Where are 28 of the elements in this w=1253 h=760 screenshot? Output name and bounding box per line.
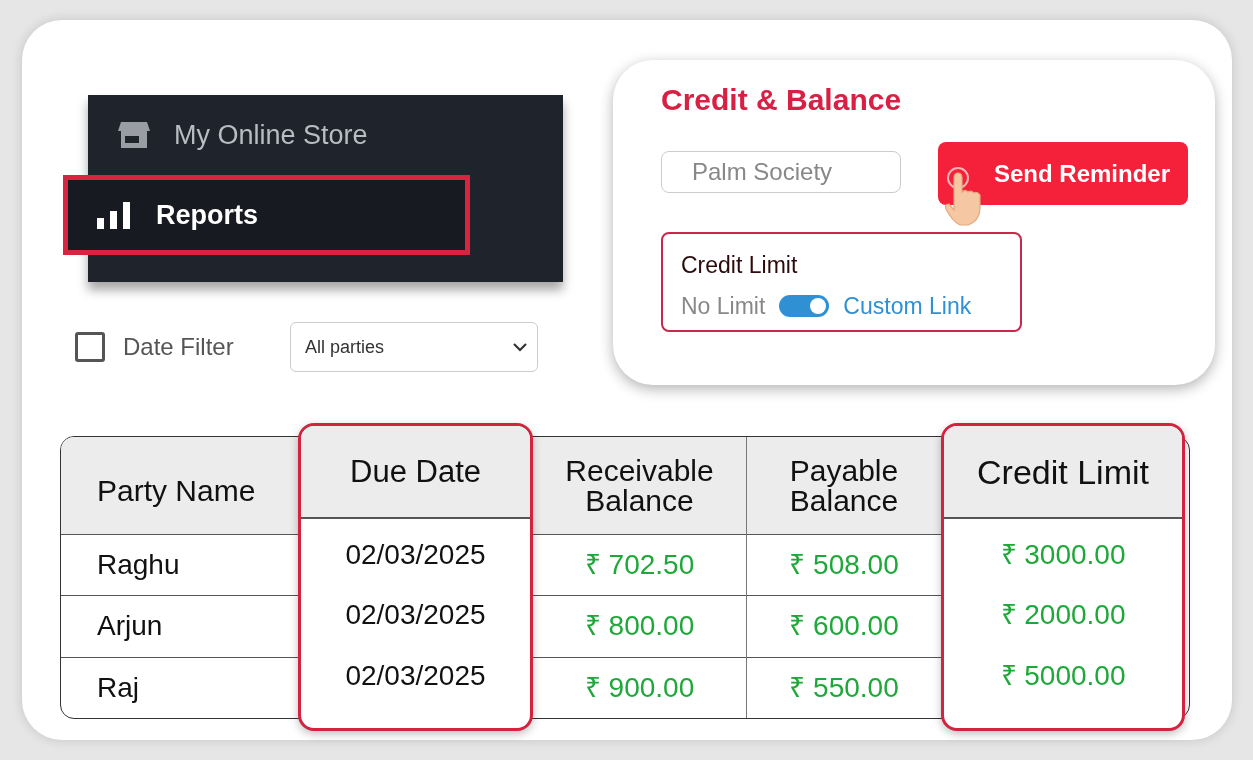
column-header: Party Name bbox=[61, 437, 298, 534]
column-header: Due Date bbox=[301, 426, 530, 519]
column-header: Payable Balance bbox=[747, 437, 941, 534]
table-cell-text: 02/03/2025 bbox=[344, 598, 487, 633]
bar-chart-icon bbox=[96, 200, 132, 230]
table-cell: ₹ 702.50 bbox=[533, 534, 746, 596]
credit-limit-label: Credit Limit bbox=[681, 251, 799, 280]
table-cell-text: ₹ 3000.00 bbox=[999, 538, 1127, 573]
store-icon bbox=[118, 120, 150, 150]
sidebar-item[interactable]: Reports bbox=[63, 175, 470, 255]
table-cell-text: 02/03/2025 bbox=[344, 658, 487, 693]
party-dropdown[interactable]: All parties bbox=[290, 322, 538, 372]
column-header: Credit Limit bbox=[944, 426, 1182, 519]
no-limit-label: No Limit bbox=[681, 291, 766, 321]
card-title: Credit & Balance bbox=[661, 82, 903, 118]
party-field[interactable]: Palm Society bbox=[661, 151, 901, 193]
chevron-down-icon bbox=[513, 342, 527, 352]
table-cell-text: ₹ 5000.00 bbox=[999, 658, 1127, 693]
checkbox-label: Date Filter bbox=[123, 332, 235, 362]
table-cell-text: 02/03/2025 bbox=[344, 538, 487, 573]
checkbox[interactable] bbox=[75, 332, 105, 362]
sidebar-item[interactable]: My Online Store bbox=[88, 95, 563, 175]
table-cell: ₹ 900.00 bbox=[533, 656, 746, 718]
toggle-switch[interactable] bbox=[779, 294, 830, 317]
table-cell-text: ₹ 2000.00 bbox=[999, 598, 1127, 633]
custom-link-label: Custom Link bbox=[843, 291, 972, 321]
table-cell: ₹ 800.00 bbox=[533, 595, 746, 657]
column-header: Receivable Balance bbox=[533, 437, 746, 534]
